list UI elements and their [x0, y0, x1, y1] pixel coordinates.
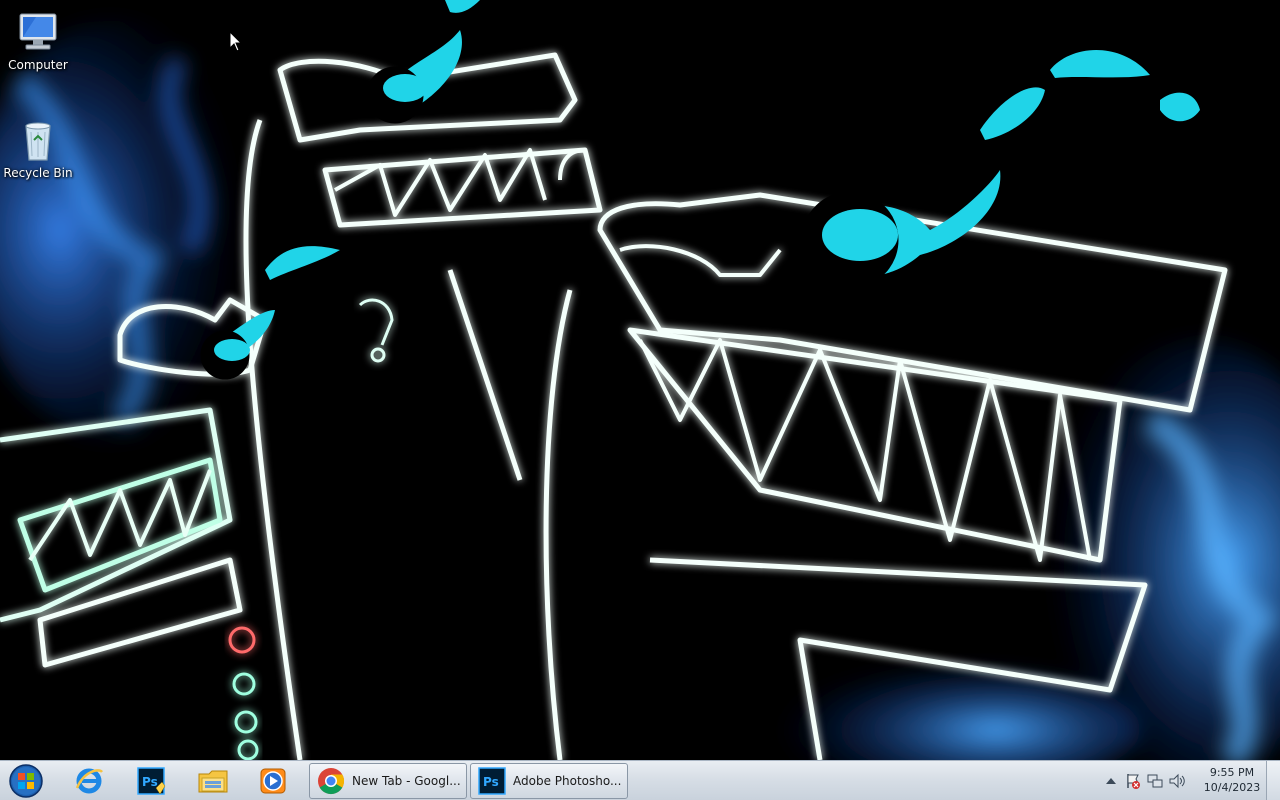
recycle-bin-icon: [14, 116, 62, 164]
computer-icon: [14, 8, 62, 56]
desktop-wallpaper: [0, 0, 1280, 760]
blue-flame-right: [780, 340, 1280, 760]
file-explorer-icon: [198, 770, 228, 793]
task-label-chrome: New Tab - Googl...: [352, 774, 461, 788]
chrome-icon: [318, 768, 345, 795]
task-button-chrome[interactable]: New Tab - Googl...: [309, 763, 467, 799]
desktop-icon-label: Computer: [8, 58, 68, 72]
task-label-photoshop: Adobe Photosho...: [513, 774, 622, 788]
svg-text:Ps: Ps: [483, 775, 499, 789]
start-button[interactable]: [4, 762, 48, 800]
tray-expand-arrow-icon[interactable]: [1102, 772, 1120, 790]
pinned-media-player[interactable]: [246, 763, 300, 799]
taskbar: Ps New Tab - Googl... Ps Adobe Photosho.…: [0, 760, 1280, 800]
taskbar-clock[interactable]: 9:55 PM 10/4/2023: [1198, 765, 1266, 795]
pinned-windows-explorer[interactable]: [186, 763, 240, 799]
volume-icon[interactable]: [1168, 772, 1186, 790]
clock-date: 10/4/2023: [1203, 781, 1261, 794]
exclamation-mark: [358, 298, 394, 363]
windows-start-orb-icon: [9, 764, 43, 798]
photoshop-icon: Ps: [137, 767, 166, 795]
clock-time: 9:55 PM: [1209, 766, 1255, 779]
action-center-flag-icon[interactable]: [1124, 772, 1142, 790]
system-tray: 9:55 PM 10/4/2023: [1090, 761, 1280, 800]
internet-explorer-icon: [75, 768, 103, 794]
creature-eyes: [200, 66, 899, 380]
desktop-icon-recycle-bin[interactable]: Recycle Bin: [0, 116, 76, 180]
task-button-photoshop[interactable]: Ps Adobe Photosho...: [470, 763, 628, 799]
wallpaper-artwork: [0, 0, 1280, 760]
show-desktop-button[interactable]: [1266, 761, 1280, 800]
cyan-drops: [215, 0, 1200, 360]
svg-text:Ps: Ps: [142, 775, 158, 789]
network-icon[interactable]: [1146, 772, 1164, 790]
mouse-cursor-icon: [229, 31, 243, 52]
neon-beads: [228, 626, 259, 760]
desktop-icon-computer[interactable]: Computer: [0, 8, 76, 72]
pinned-internet-explorer[interactable]: [62, 763, 116, 799]
desktop-icon-label: Recycle Bin: [3, 166, 73, 180]
photoshop-icon: Ps: [478, 767, 506, 795]
media-player-icon: [260, 768, 286, 794]
pinned-photoshop[interactable]: Ps: [124, 763, 178, 799]
